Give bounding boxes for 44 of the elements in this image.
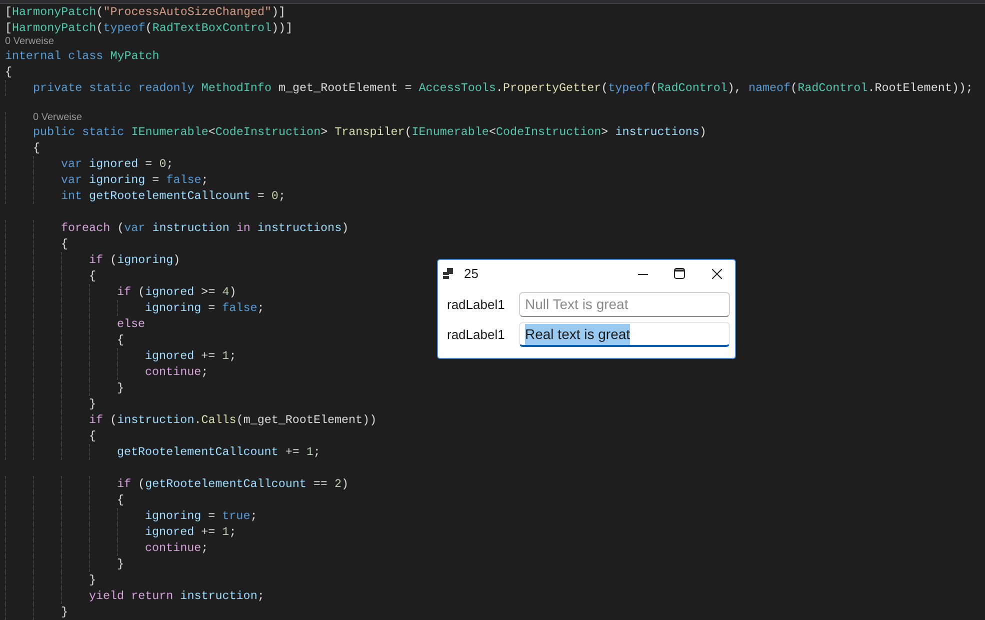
code-line: }: [117, 380, 124, 396]
close-icon: [712, 268, 722, 278]
code-line: yield return instruction;: [89, 588, 264, 604]
code-line: }: [61, 604, 68, 620]
code-line: private static readonly MethodInfo m_get_RootElement = AccessTools.PropertyGetter(typeof(RadControl), nameof(RadControl.RootElement));: [33, 80, 973, 96]
code-line: int getRootelementCallcount = 0;: [61, 188, 286, 204]
code-line: ignoring = false;: [145, 300, 264, 316]
window-title: 25: [464, 264, 478, 283]
code-line: if (instruction.Calls(m_get_RootElement)): [89, 412, 377, 428]
text-field[interactable]: Null Text is great: [519, 292, 730, 317]
code-line: {: [33, 140, 40, 156]
code-line: internal class MyPatch: [5, 48, 160, 64]
code-line: ignored += 1;: [145, 524, 236, 540]
field-label: radLabel1: [447, 296, 506, 314]
code-line: [HarmonyPatch(typeof(RadTextBoxControl))]: [5, 20, 293, 36]
code-line: }: [89, 396, 96, 412]
code-line: continue;: [145, 364, 208, 380]
maximize-icon: [674, 268, 685, 279]
code-line: {: [89, 428, 96, 444]
code-line: ignored += 1;: [145, 348, 236, 364]
code-line: {: [61, 236, 68, 252]
code-line: var ignoring = false;: [61, 172, 208, 188]
code-line: {: [5, 64, 12, 80]
field-label: radLabel1: [447, 326, 506, 344]
code-line: var ignored = 0;: [61, 156, 174, 172]
code-line: getRootelementCallcount += 1;: [117, 444, 320, 460]
code-line: ignoring = true;: [145, 508, 258, 524]
code-line: {: [117, 332, 124, 348]
code-line: if (ignoring): [89, 252, 180, 268]
code-line: foreach (var instruction in instructions): [61, 220, 349, 236]
code-line: if (getRootelementCallcount == 2): [117, 476, 348, 492]
code-line: continue;: [145, 540, 208, 556]
code-line: else: [117, 316, 146, 332]
text-field[interactable]: Real text is great: [519, 322, 730, 347]
code-line: [HarmonyPatch("ProcessAutoSizeChanged")]: [5, 4, 286, 20]
code-line: {: [89, 268, 96, 284]
code-line: }: [89, 572, 96, 588]
code-line: public static IEnumerable<CodeInstruction> Transpiler(IEnumerable<CodeInstruction> instructions): [33, 124, 706, 140]
reference-count[interactable]: 0 Verweise: [5, 36, 54, 48]
reference-count[interactable]: 0 Verweise: [33, 112, 82, 124]
app-icon: [443, 268, 455, 279]
code-line: {: [117, 492, 124, 508]
code-line: if (ignored >= 4): [117, 284, 236, 300]
code-line: }: [117, 556, 124, 572]
